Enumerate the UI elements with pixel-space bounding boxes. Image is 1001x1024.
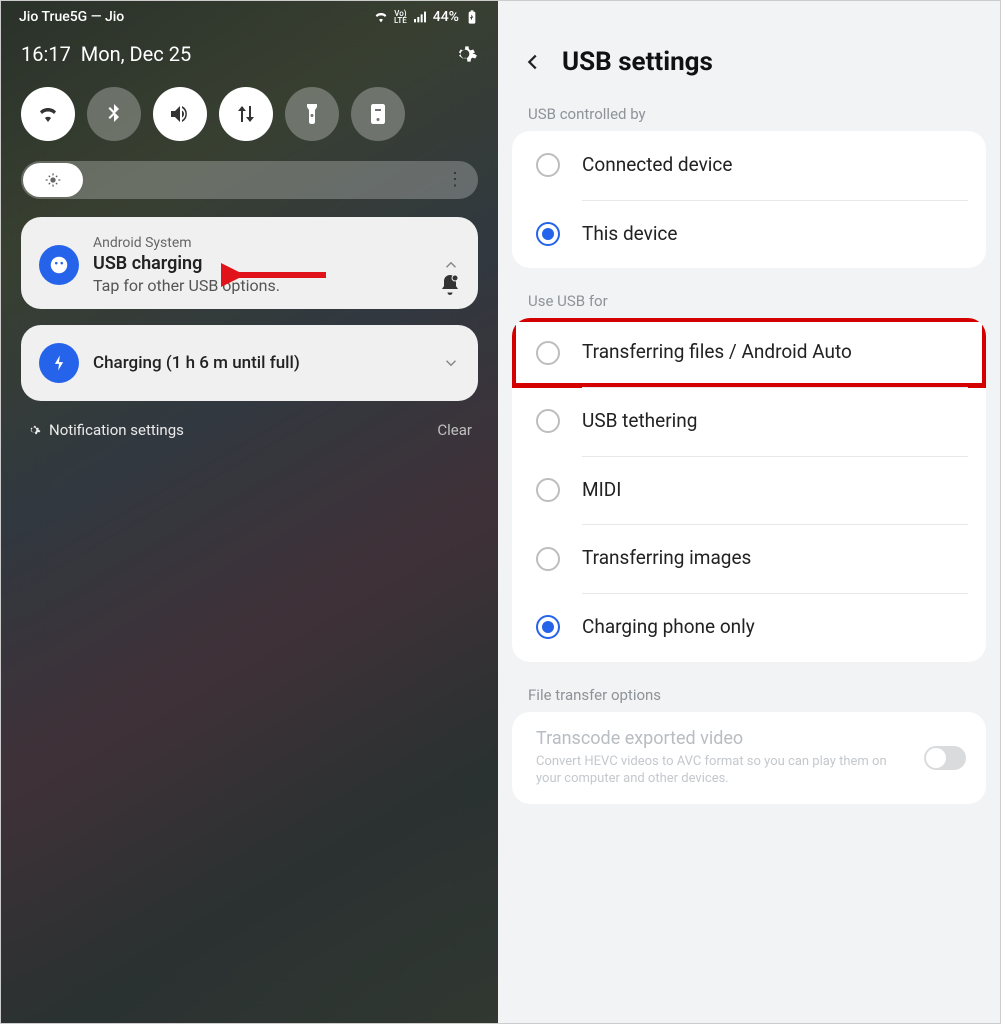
time-text: 16:17 bbox=[21, 42, 71, 66]
transcode-subtitle: Convert HEVC videos to AVC format so you… bbox=[536, 753, 962, 788]
bell-icon[interactable] bbox=[438, 273, 462, 297]
brightness-thumb[interactable] bbox=[23, 163, 83, 197]
notification-settings-link[interactable]: Notification settings bbox=[27, 421, 184, 439]
option-transcode[interactable]: Transcode exported video Convert HEVC vi… bbox=[512, 712, 986, 804]
status-bar: Jio True5G — Jio Vo)LTE 44% bbox=[1, 1, 498, 31]
chevron-up-icon[interactable] bbox=[442, 256, 460, 274]
transcode-toggle[interactable] bbox=[924, 746, 966, 770]
option-this-device[interactable]: This device bbox=[512, 200, 986, 269]
wifi-icon bbox=[373, 9, 389, 25]
option-charging-only[interactable]: Charging phone only bbox=[512, 593, 986, 662]
date-text: Mon, Dec 25 bbox=[81, 42, 191, 66]
radio-unselected bbox=[536, 341, 560, 365]
gear-icon[interactable] bbox=[452, 41, 478, 67]
page-title: USB settings bbox=[562, 47, 713, 77]
brightness-slider[interactable]: ⋮ bbox=[21, 161, 478, 199]
qs-tiles bbox=[1, 81, 498, 155]
qs-header: 16:17 Mon, Dec 25 bbox=[1, 31, 498, 81]
data-tile[interactable] bbox=[219, 87, 273, 141]
clear-button[interactable]: Clear bbox=[437, 421, 472, 439]
battery-text: 44% bbox=[433, 9, 459, 25]
radio-selected bbox=[536, 222, 560, 246]
option-connected-device[interactable]: Connected device bbox=[512, 131, 986, 200]
section-use-usb-for: Use USB for bbox=[498, 286, 1000, 318]
android-system-icon bbox=[39, 245, 79, 285]
option-usb-tethering[interactable]: USB tethering bbox=[512, 387, 986, 456]
radio-unselected bbox=[536, 478, 560, 502]
wifi-tile[interactable] bbox=[21, 87, 75, 141]
option-transfer-files[interactable]: Transferring files / Android Auto bbox=[512, 318, 986, 387]
gear-small-icon bbox=[27, 423, 41, 437]
brightness-icon bbox=[45, 172, 61, 188]
rotation-tile[interactable] bbox=[351, 87, 405, 141]
radio-selected bbox=[536, 615, 560, 639]
flashlight-tile[interactable] bbox=[285, 87, 339, 141]
charging-notification[interactable]: Charging (1 h 6 m until full) bbox=[21, 325, 478, 401]
back-icon[interactable] bbox=[522, 51, 544, 73]
charging-icon bbox=[39, 343, 79, 383]
carrier-text: Jio True5G — Jio bbox=[19, 9, 124, 25]
section-usb-controlled: USB controlled by bbox=[498, 99, 1000, 131]
charging-title: Charging (1 h 6 m until full) bbox=[93, 353, 300, 373]
notif-settings-label: Notification settings bbox=[49, 421, 184, 439]
signal-icon bbox=[412, 9, 428, 25]
battery-icon bbox=[464, 9, 480, 25]
radio-unselected bbox=[536, 153, 560, 177]
status-icons: Vo)LTE 44% bbox=[373, 9, 480, 25]
annotation-arrow bbox=[221, 261, 331, 289]
use-usb-for-card: Transferring files / Android Auto USB te… bbox=[512, 318, 986, 661]
usb-settings-screen: USB settings USB controlled by Connected… bbox=[498, 1, 1000, 1023]
usb-controlled-card: Connected device This device bbox=[512, 131, 986, 268]
radio-unselected bbox=[536, 409, 560, 433]
bluetooth-tile[interactable] bbox=[87, 87, 141, 141]
transcode-title: Transcode exported video bbox=[536, 728, 962, 749]
section-file-transfer: File transfer options bbox=[498, 680, 1000, 712]
brightness-more-icon[interactable]: ⋮ bbox=[446, 178, 464, 182]
option-transfer-images[interactable]: Transferring images bbox=[512, 524, 986, 593]
notif-app-name: Android System bbox=[93, 235, 428, 251]
file-transfer-card: Transcode exported video Convert HEVC vi… bbox=[512, 712, 986, 804]
chevron-down-icon[interactable] bbox=[442, 354, 460, 372]
radio-unselected bbox=[536, 547, 560, 571]
option-midi[interactable]: MIDI bbox=[512, 456, 986, 525]
volte-icon: Vo)LTE bbox=[394, 10, 407, 24]
notification-shade: Jio True5G — Jio Vo)LTE 44% 16:17 Mon, D… bbox=[1, 1, 498, 1023]
sound-tile[interactable] bbox=[153, 87, 207, 141]
